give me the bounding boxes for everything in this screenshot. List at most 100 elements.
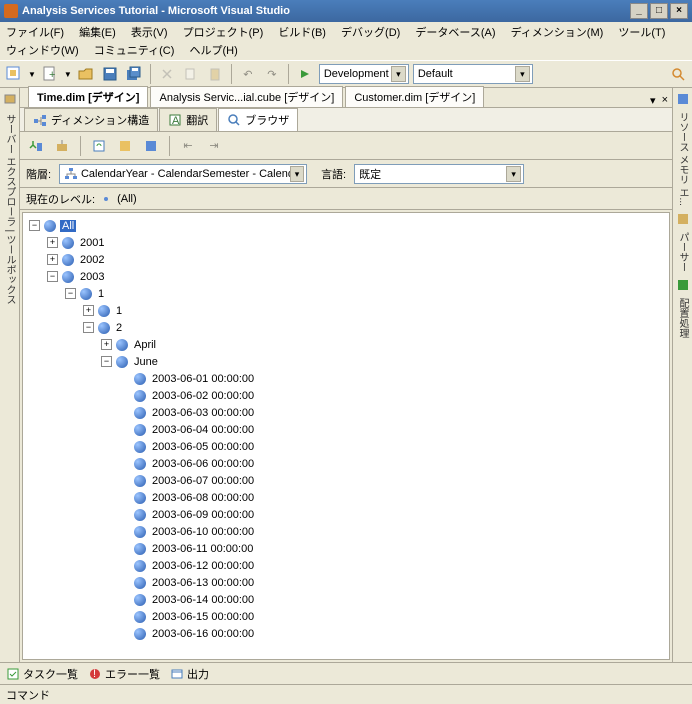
indent-left-icon[interactable]: ⇤ bbox=[178, 136, 198, 156]
tree-node-date[interactable]: 2003-06-13 00:00:00 bbox=[25, 574, 667, 591]
menu-project[interactable]: プロジェクト(P) bbox=[183, 27, 264, 39]
tree-view[interactable]: − All + 2001 + 2002 bbox=[22, 212, 670, 660]
tab-structure[interactable]: ディメンション構造 bbox=[24, 108, 158, 131]
copy-icon[interactable] bbox=[181, 64, 201, 84]
tree-node-year[interactable]: − 2003 bbox=[25, 268, 667, 285]
tree-node-quarter[interactable]: − 2 bbox=[25, 319, 667, 336]
collapse-icon[interactable]: − bbox=[83, 322, 94, 333]
menu-debug[interactable]: デバッグ(D) bbox=[341, 27, 400, 39]
menu-build[interactable]: ビルド(B) bbox=[278, 27, 326, 39]
maximize-button[interactable]: □ bbox=[650, 3, 668, 19]
menu-help[interactable]: ヘルプ(H) bbox=[189, 45, 237, 57]
tab-time-dim[interactable]: Time.dim [デザイン] bbox=[28, 86, 148, 107]
menu-dimension[interactable]: ディメンション(M) bbox=[511, 27, 604, 39]
cut-icon[interactable] bbox=[157, 64, 177, 84]
tab-menu-icon[interactable]: ▾ bbox=[650, 94, 656, 107]
expand-icon[interactable]: + bbox=[47, 237, 58, 248]
tab-customer-dim[interactable]: Customer.dim [デザイン] bbox=[345, 86, 484, 107]
tree-node-month[interactable]: − June bbox=[25, 353, 667, 370]
tree-node-all[interactable]: − All bbox=[25, 217, 667, 234]
tree-node-date[interactable]: 2003-06-06 00:00:00 bbox=[25, 455, 667, 472]
platform-combo[interactable]: Default ▾ bbox=[413, 64, 533, 84]
chevron-down-icon[interactable]: ▾ bbox=[515, 66, 530, 82]
open-icon[interactable] bbox=[76, 64, 96, 84]
tab-translation[interactable]: A 翻訳 bbox=[159, 108, 217, 131]
tree-node-date[interactable]: 2003-06-08 00:00:00 bbox=[25, 489, 667, 506]
tree-node-date[interactable]: 2003-06-16 00:00:00 bbox=[25, 625, 667, 642]
tab-task-list[interactable]: タスク一覧 bbox=[6, 666, 78, 682]
right-tab-deploy[interactable]: 配置処理 bbox=[675, 298, 690, 338]
tree-node-date[interactable]: 2003-06-05 00:00:00 bbox=[25, 438, 667, 455]
chevron-down-icon[interactable]: ▾ bbox=[506, 166, 521, 182]
parser-icon[interactable] bbox=[676, 212, 690, 226]
reconnect-icon[interactable] bbox=[52, 136, 72, 156]
find-icon[interactable] bbox=[668, 64, 688, 84]
tree-node-year[interactable]: + 2002 bbox=[25, 251, 667, 268]
tree-node-month[interactable]: + April bbox=[25, 336, 667, 353]
paste-icon[interactable] bbox=[205, 64, 225, 84]
expand-icon[interactable]: + bbox=[83, 305, 94, 316]
menu-window[interactable]: ウィンドウ(W) bbox=[6, 45, 79, 57]
indent-right-icon[interactable]: ⇥ bbox=[204, 136, 224, 156]
right-tab-memory[interactable]: リソース メモリ エ... bbox=[675, 112, 690, 206]
tree-node-semester[interactable]: − 1 bbox=[25, 285, 667, 302]
menu-view[interactable]: 表示(V) bbox=[131, 27, 168, 39]
process-icon[interactable] bbox=[26, 136, 46, 156]
tree-node-date[interactable]: 2003-06-11 00:00:00 bbox=[25, 540, 667, 557]
tree-node-date[interactable]: 2003-06-03 00:00:00 bbox=[25, 404, 667, 421]
menu-file[interactable]: ファイル(F) bbox=[6, 27, 64, 39]
chevron-down-icon[interactable]: ▾ bbox=[391, 66, 406, 82]
browser-toolbar: ⇤ ⇥ bbox=[20, 132, 672, 160]
start-icon[interactable] bbox=[295, 64, 315, 84]
tree-node-date[interactable]: 2003-06-01 00:00:00 bbox=[25, 370, 667, 387]
tree-node-year[interactable]: + 2001 bbox=[25, 234, 667, 251]
deploy-icon[interactable] bbox=[676, 278, 690, 292]
save-icon[interactable] bbox=[100, 64, 120, 84]
menu-community[interactable]: コミュニティ(C) bbox=[94, 45, 175, 57]
tab-error-list[interactable]: ! エラー一覧 bbox=[88, 666, 160, 682]
minimize-button[interactable]: _ bbox=[630, 3, 648, 19]
solution-combo[interactable]: Development ▾ bbox=[319, 64, 409, 84]
close-button[interactable]: × bbox=[670, 3, 688, 19]
error-list-icon: ! bbox=[88, 667, 102, 681]
tree-node-date[interactable]: 2003-06-14 00:00:00 bbox=[25, 591, 667, 608]
writeback-icon[interactable] bbox=[141, 136, 161, 156]
expand-icon[interactable]: + bbox=[101, 339, 112, 350]
collapse-icon[interactable]: − bbox=[29, 220, 40, 231]
chevron-down-icon[interactable]: ▾ bbox=[290, 166, 304, 182]
add-item-icon[interactable]: + bbox=[40, 64, 60, 84]
save-all-icon[interactable] bbox=[124, 64, 144, 84]
platform-value: Default bbox=[418, 68, 453, 80]
menu-edit[interactable]: 編集(E) bbox=[79, 27, 116, 39]
tree-node-date[interactable]: 2003-06-10 00:00:00 bbox=[25, 523, 667, 540]
tab-browser[interactable]: ブラウザ bbox=[218, 108, 298, 131]
menu-tool[interactable]: ツール(T) bbox=[618, 27, 665, 39]
tab-cube[interactable]: Analysis Servic...ial.cube [デザイン] bbox=[150, 86, 343, 107]
collapse-icon[interactable]: − bbox=[101, 356, 112, 367]
hierarchy-combo[interactable]: CalendarYear - CalendarSemester - Calend… bbox=[59, 164, 307, 184]
tree-node-date[interactable]: 2003-06-09 00:00:00 bbox=[25, 506, 667, 523]
server-explorer-icon[interactable] bbox=[3, 92, 17, 106]
right-sidebar[interactable]: リソース メモリ エ... パーサー 配置処理 bbox=[672, 88, 692, 662]
member-props-icon[interactable] bbox=[115, 136, 135, 156]
expand-icon[interactable]: + bbox=[47, 254, 58, 265]
collapse-icon[interactable]: − bbox=[65, 288, 76, 299]
tree-node-date[interactable]: 2003-06-15 00:00:00 bbox=[25, 608, 667, 625]
memory-icon[interactable] bbox=[676, 92, 690, 106]
undo-icon[interactable]: ↶ bbox=[238, 64, 258, 84]
menu-database[interactable]: データベース(A) bbox=[415, 27, 495, 39]
tab-output[interactable]: 出力 bbox=[170, 666, 209, 682]
refresh-icon[interactable] bbox=[89, 136, 109, 156]
new-project-icon[interactable] bbox=[4, 64, 24, 84]
tree-node-date[interactable]: 2003-06-07 00:00:00 bbox=[25, 472, 667, 489]
tree-node-date[interactable]: 2003-06-04 00:00:00 bbox=[25, 421, 667, 438]
redo-icon[interactable]: ↷ bbox=[262, 64, 282, 84]
language-combo[interactable]: 既定 ▾ bbox=[354, 164, 524, 184]
collapse-icon[interactable]: − bbox=[47, 271, 58, 282]
right-tab-parser[interactable]: パーサー bbox=[675, 232, 690, 272]
tree-node-date[interactable]: 2003-06-12 00:00:00 bbox=[25, 557, 667, 574]
left-sidebar[interactable]: サーバー エクスプローラ | ツールボックス bbox=[0, 88, 20, 662]
tree-node-date[interactable]: 2003-06-02 00:00:00 bbox=[25, 387, 667, 404]
tab-close-icon[interactable]: × bbox=[662, 94, 668, 107]
tree-node-quarter[interactable]: + 1 bbox=[25, 302, 667, 319]
